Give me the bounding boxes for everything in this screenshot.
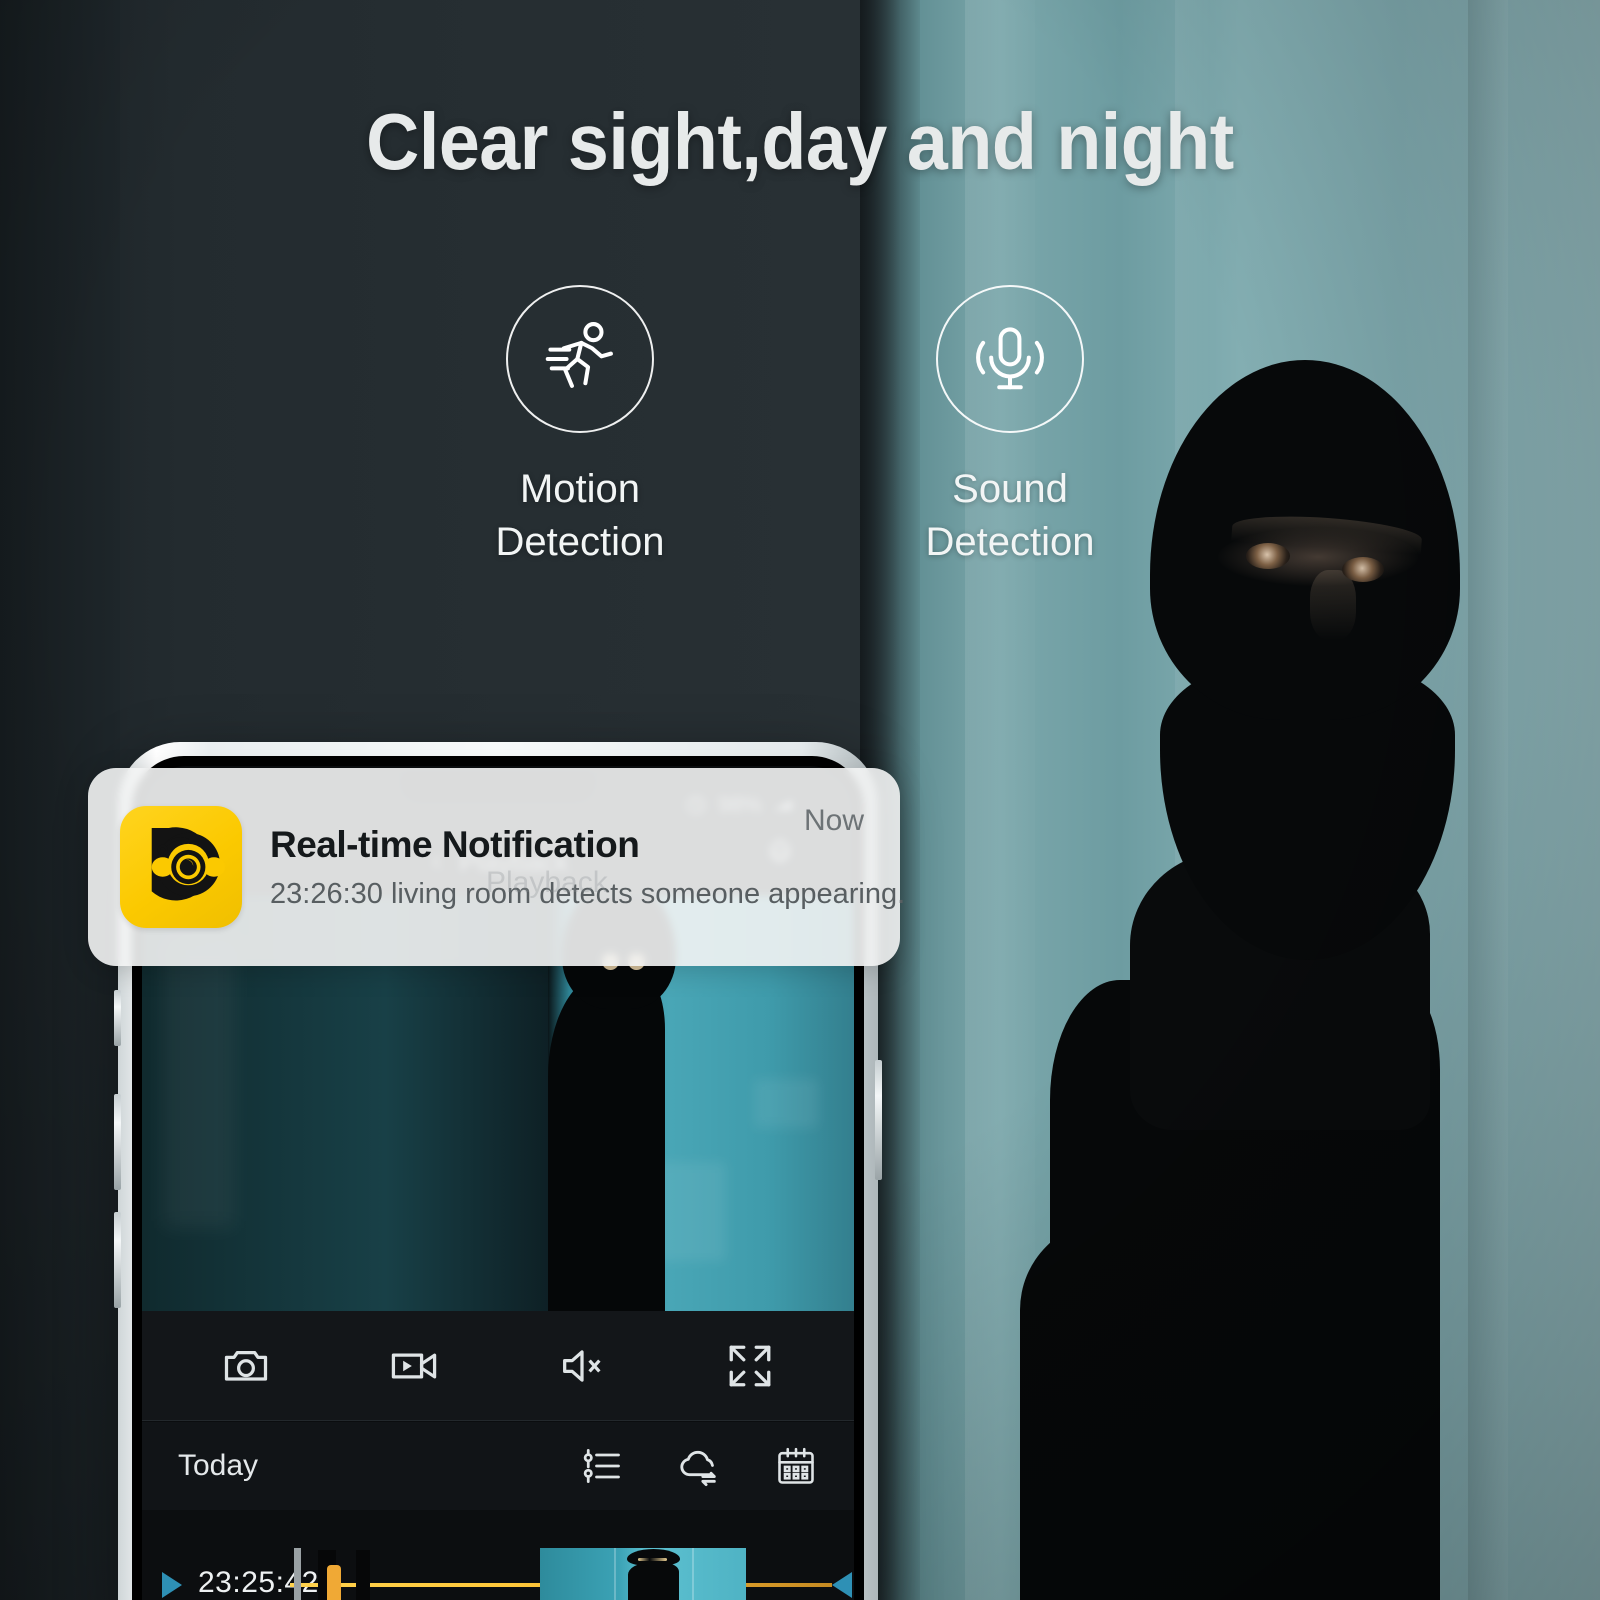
feature-list: Motion Detection Sound Detection — [430, 285, 1170, 569]
phone-button-volume-up[interactable] — [114, 1094, 121, 1190]
phone-button-mute[interactable] — [114, 990, 121, 1046]
feature-sound-label-line1: Sound — [952, 467, 1068, 511]
phone-button-volume-down[interactable] — [114, 1212, 121, 1308]
notification-banner[interactable]: Real-time Notification 23:26:30 living r… — [88, 768, 905, 966]
filter-list-icon[interactable] — [580, 1444, 624, 1488]
calendar-icon[interactable] — [774, 1444, 818, 1488]
feature-motion-label: Motion Detection — [496, 463, 665, 569]
phone-timeline[interactable]: 23:25:42 — [142, 1510, 854, 1600]
camera-app-icon — [120, 806, 242, 928]
phone-button-power[interactable] — [875, 1060, 882, 1180]
timeline-clip-figure — [626, 1549, 681, 1600]
feature-sound-label: Sound Detection — [926, 463, 1095, 569]
feature-sound-detection: Sound Detection — [860, 285, 1160, 569]
feature-motion-detection: Motion Detection — [430, 285, 730, 569]
sound-detection-circle — [936, 285, 1084, 433]
snapshot-button[interactable] — [201, 1331, 291, 1401]
phone-today-row: Today — [142, 1422, 854, 1510]
triangle-right-marker — [162, 1572, 182, 1598]
snapshot-camera-icon — [224, 1350, 268, 1381]
today-label: Today — [178, 1449, 259, 1482]
triangle-left-marker — [832, 1572, 852, 1598]
timeline-event-clip[interactable] — [540, 1548, 746, 1600]
timeline-segment — [356, 1550, 370, 1600]
phone-video-controls — [142, 1311, 854, 1421]
feature-motion-label-line2: Detection — [495, 520, 665, 565]
record-video-icon — [391, 1353, 437, 1378]
notification-timestamp: Now — [803, 804, 864, 837]
feature-motion-label-line1: Motion — [519, 467, 641, 511]
motion-detection-icon — [545, 322, 613, 388]
page-title: Clear sight,day and night — [366, 97, 1234, 186]
sound-detection-icon — [976, 327, 1044, 390]
video-wall-shade — [163, 937, 235, 1228]
today-row-icons — [580, 1443, 818, 1489]
feature-sound-label-line2: Detection — [925, 520, 1095, 565]
mute-speaker-icon — [563, 1349, 601, 1382]
mute-button[interactable] — [537, 1331, 627, 1401]
notification-playback-ghost-text: Playback — [486, 866, 608, 899]
notification-title: Real-time Notification — [270, 823, 640, 865]
video-blur-object-b — [754, 1078, 819, 1129]
timeline-scrubber-handle[interactable] — [327, 1565, 341, 1600]
timeline-gray-tick — [294, 1548, 301, 1600]
camera-app-logo — [151, 827, 225, 901]
record-button[interactable] — [369, 1331, 459, 1401]
cloud-sync-icon[interactable] — [676, 1443, 722, 1489]
motion-detection-circle — [506, 285, 654, 433]
fullscreen-button[interactable] — [705, 1331, 795, 1401]
fullscreen-expand-icon — [729, 1345, 771, 1386]
